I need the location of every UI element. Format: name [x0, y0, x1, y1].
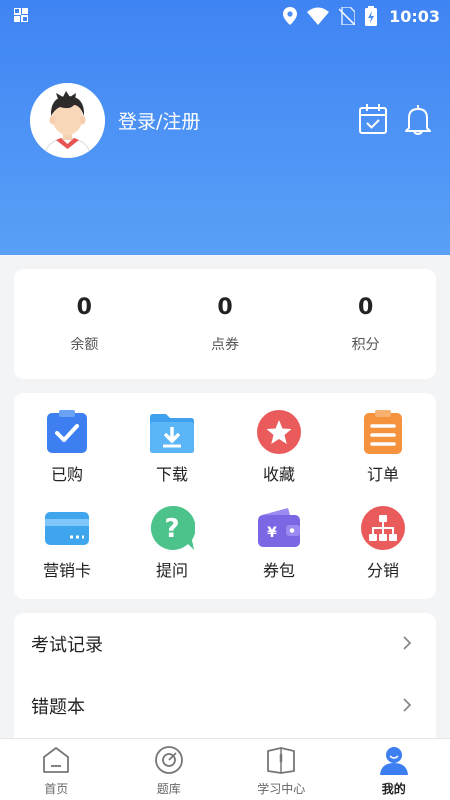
stat-label: 积分: [351, 337, 380, 353]
list-item-exam-records[interactable]: 考试记录: [14, 613, 436, 673]
no-sim-icon: [339, 7, 356, 25]
stat-coupons[interactable]: 0 点券: [155, 269, 296, 379]
stat-label: 点券: [211, 337, 239, 353]
profile-header: 10:03 登录/注册: [0, 0, 450, 255]
wifi-icon: [307, 7, 330, 25]
grid-item-purchased[interactable]: 已购: [17, 409, 117, 485]
stat-value: 0: [76, 295, 92, 320]
svg-text:?: ?: [164, 514, 179, 544]
tab-label: 题库: [156, 782, 181, 796]
bell-icon[interactable]: [403, 103, 433, 135]
list-item-wrong-questions[interactable]: 错题本: [14, 675, 436, 735]
login-register-link[interactable]: 登录/注册: [118, 107, 200, 134]
status-bar: 10:03: [0, 0, 450, 32]
tab-label: 学习中心: [257, 782, 306, 796]
order-list-icon: [364, 410, 402, 454]
stat-value: 0: [217, 295, 233, 320]
card-icon: [45, 512, 89, 545]
stat-balance[interactable]: 0 余额: [14, 269, 155, 379]
disc-icon: [154, 746, 183, 774]
tab-learning-center[interactable]: 学习中心: [225, 739, 338, 800]
distribution-icon: [361, 506, 405, 550]
star-icon: [257, 410, 301, 454]
folder-download-icon: [150, 414, 194, 453]
feature-grid: 已购 下载 收藏 订单 营销卡 ? 提问 ¥ 券包 分销: [14, 393, 436, 599]
status-time: 10:03: [389, 6, 440, 26]
home-icon: [43, 747, 70, 773]
grid-item-orders[interactable]: 订单: [333, 409, 433, 485]
list-item-label: 错题本: [31, 697, 85, 718]
avatar[interactable]: [30, 83, 105, 158]
stat-points[interactable]: 0 积分: [295, 269, 436, 379]
boy-avatar-icon: [30, 83, 105, 158]
svg-text:¥: ¥: [267, 525, 277, 541]
grid-item-coupon-wallet[interactable]: ¥ 券包: [229, 505, 329, 581]
grid-label: 营销卡: [42, 561, 91, 580]
tab-label: 首页: [44, 782, 69, 796]
tab-question-bank[interactable]: 题库: [113, 739, 226, 800]
grid-label: 收藏: [262, 465, 295, 484]
list-item-label: 考试记录: [31, 635, 103, 656]
grid-label: 订单: [366, 465, 399, 484]
calendar-check-icon[interactable]: [358, 103, 388, 135]
clipboard-check-icon: [47, 410, 87, 453]
chevron-right-icon: [403, 636, 412, 650]
grid-label: 已购: [50, 465, 83, 484]
grid-item-ask[interactable]: ? 提问: [122, 505, 222, 581]
location-icon: [283, 7, 298, 25]
open-book-icon: [267, 747, 296, 774]
account-stats-card: 0 余额 0 点券 0 积分: [14, 269, 436, 379]
tab-home[interactable]: 首页: [0, 739, 113, 800]
stat-value: 0: [358, 295, 374, 320]
question-icon: ?: [150, 505, 195, 550]
battery-icon: [365, 6, 378, 26]
grid-item-distribution[interactable]: 分销: [333, 505, 433, 581]
grid-item-download[interactable]: 下载: [122, 409, 222, 485]
grid-label: 提问: [155, 561, 188, 580]
tab-label: 我的: [381, 782, 406, 796]
bottom-tab-bar: 首页 题库 学习中心 我的: [0, 738, 450, 800]
user-icon: [379, 747, 408, 775]
grid-label: 券包: [262, 561, 295, 580]
chevron-right-icon: [403, 698, 412, 712]
wallet-icon: ¥: [258, 508, 300, 547]
stat-label: 余额: [70, 337, 99, 353]
grid-item-marketing-card[interactable]: 营销卡: [17, 505, 117, 581]
menu-list: 考试记录 错题本: [14, 613, 436, 743]
notification-app-icon: [14, 8, 28, 22]
grid-item-favorites[interactable]: 收藏: [229, 409, 329, 485]
grid-label: 下载: [155, 465, 188, 484]
grid-label: 分销: [366, 561, 399, 580]
tab-mine[interactable]: 我的: [338, 739, 450, 800]
